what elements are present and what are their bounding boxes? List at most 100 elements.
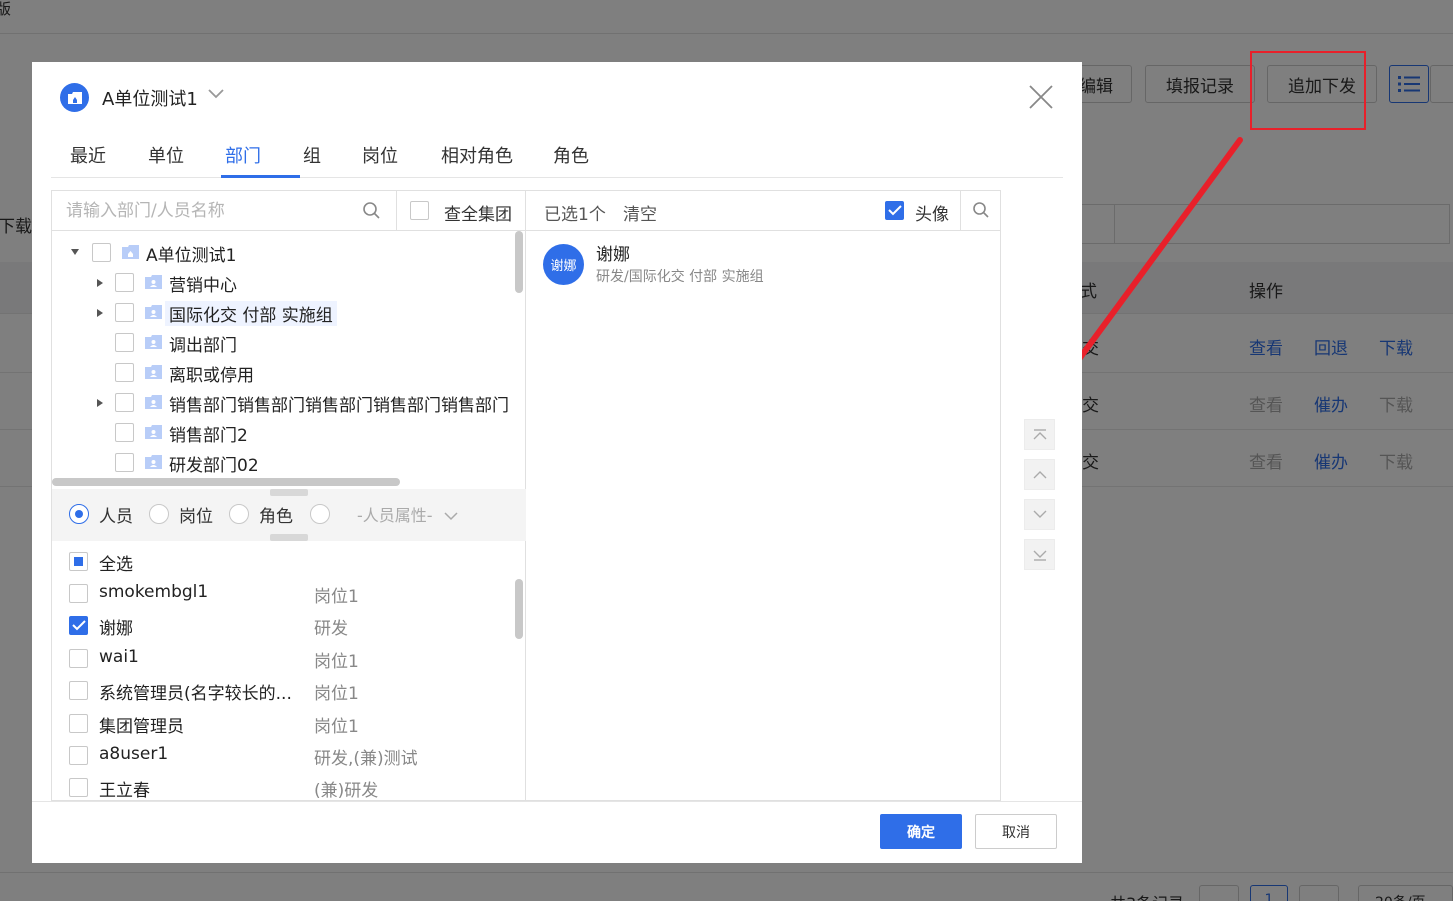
tree-horizontal-scrollbar[interactable] — [52, 478, 400, 486]
search-group-checkbox[interactable] — [410, 201, 429, 220]
chevron-down-icon[interactable] — [208, 89, 224, 99]
clear-button[interactable]: 清空 — [623, 200, 657, 225]
cancel-button[interactable]: 取消 — [975, 814, 1057, 849]
list-item[interactable]: 系统管理员(名字较长的... 岗位1 — [52, 675, 526, 707]
tree-node-checkbox[interactable] — [115, 393, 134, 412]
tree-node-checkbox[interactable] — [115, 333, 134, 352]
person-attribute-select[interactable]: -人员属性- — [357, 502, 458, 526]
person-post: 岗位1 — [314, 652, 359, 672]
list-item[interactable]: wai1 岗位1 — [52, 643, 526, 675]
tree-node-label: 销售部门销售部门销售部门销售部门销售部门 — [169, 396, 509, 416]
search-bar: 查全集团 — [52, 191, 526, 231]
radio-attribute[interactable] — [310, 504, 330, 524]
person-name: smokembgl1 — [99, 582, 209, 602]
org-icon — [60, 83, 89, 112]
tree-node[interactable]: 研发部门02 — [52, 448, 526, 478]
tree-node[interactable]: 调出部门 — [52, 328, 526, 358]
tree-node[interactable]: 销售部门2 — [52, 418, 526, 448]
check-icon — [72, 620, 86, 631]
tree-node-checkbox[interactable] — [115, 273, 134, 292]
tree-node-label: A单位测试1 — [146, 246, 237, 266]
tree-node[interactable]: A单位测试1 — [52, 238, 526, 268]
tree-node-label: 销售部门2 — [169, 426, 248, 446]
tree-node-checkbox[interactable] — [115, 423, 134, 442]
selected-item-name: 谢娜 — [596, 245, 630, 265]
list-item[interactable]: 集团管理员 岗位1 — [52, 708, 526, 740]
tab-bar: 最近 单位 部门 组 岗位 相对角色 角色 — [51, 132, 1063, 178]
person-checkbox[interactable] — [69, 649, 88, 668]
person-post: 研发,(兼)测试 — [314, 749, 418, 769]
tree-node-checkbox[interactable] — [115, 303, 134, 322]
caret-right-icon[interactable] — [97, 399, 103, 407]
move-down-button[interactable] — [1024, 499, 1055, 530]
person-checkbox[interactable] — [69, 616, 88, 635]
show-avatar-label: 头像 — [915, 205, 949, 225]
person-checkbox[interactable] — [69, 584, 88, 603]
tree-node[interactable]: 销售部门销售部门销售部门销售部门销售部门 — [52, 388, 526, 418]
tree-node[interactable]: 国际化交 付部 实施组 — [52, 298, 526, 328]
move-up-button[interactable] — [1024, 459, 1055, 490]
radio-person[interactable] — [69, 504, 89, 524]
tree-node[interactable]: 营销中心 — [52, 268, 526, 298]
person-post: 研发 — [314, 619, 348, 639]
selected-item[interactable]: 谢娜 谢娜 研发/国际化交 付部 实施组 — [543, 240, 983, 288]
search-input[interactable] — [52, 191, 396, 230]
move-top-button[interactable] — [1024, 419, 1055, 450]
move-bottom-icon — [1033, 550, 1046, 561]
tree-node-checkbox[interactable] — [92, 243, 111, 262]
tab-recent[interactable]: 最近 — [70, 142, 106, 168]
tree-node-checkbox[interactable] — [115, 363, 134, 382]
people-scrollbar[interactable] — [515, 579, 523, 639]
person-name: 王立春 — [99, 781, 150, 801]
tab-role[interactable]: 角色 — [553, 142, 589, 168]
search-icon[interactable] — [972, 201, 990, 219]
chevron-up-icon — [1033, 471, 1046, 479]
tree-node[interactable]: 离职或停用 — [52, 358, 526, 388]
person-checkbox[interactable] — [69, 681, 88, 700]
person-name: 系统管理员(名字较长的... — [99, 684, 292, 704]
radio-post[interactable] — [149, 504, 169, 524]
collapse-up-handle[interactable] — [270, 489, 308, 496]
tree-node-label: 营销中心 — [169, 276, 237, 296]
member-type-filter: 人员 岗位 角色 -人员属性- — [52, 489, 526, 541]
selector-dialog: A单位测试1 最近 单位 部门 组 岗位 相对角色 角色 查全集团 — [32, 62, 1082, 863]
dialog-header: A单位测试1 — [32, 62, 1082, 132]
org-name[interactable]: A单位测试1 — [102, 85, 198, 111]
search-icon[interactable] — [362, 201, 381, 220]
tree-node-label: 离职或停用 — [169, 366, 254, 386]
tab-post[interactable]: 岗位 — [362, 142, 398, 168]
selected-item-path: 研发/国际化交 付部 实施组 — [596, 269, 764, 285]
person-checkbox[interactable] — [69, 746, 88, 765]
collapse-down-handle[interactable] — [270, 534, 308, 541]
show-avatar-checkbox[interactable] — [885, 201, 904, 220]
caret-down-icon[interactable] — [71, 249, 79, 255]
close-icon[interactable] — [1027, 83, 1055, 111]
select-all-checkbox[interactable] — [69, 552, 88, 571]
list-item[interactable]: smokembgl1 岗位1 — [52, 578, 526, 610]
tree-vertical-scrollbar[interactable] — [515, 231, 523, 293]
person-checkbox[interactable] — [69, 714, 88, 733]
tab-department[interactable]: 部门 — [225, 142, 261, 168]
caret-right-icon[interactable] — [97, 309, 103, 317]
selected-count: 已选1个 — [544, 205, 606, 225]
list-item[interactable]: 王立春 (兼)研发 — [52, 772, 526, 801]
person-name: 集团管理员 — [99, 717, 184, 737]
tree-node-label: 国际化交 付部 实施组 — [165, 301, 337, 326]
person-checkbox[interactable] — [69, 778, 88, 797]
confirm-button[interactable]: 确定 — [880, 814, 962, 849]
divider — [396, 191, 397, 230]
department-folder-icon — [145, 335, 162, 349]
radio-post-label: 岗位 — [179, 507, 213, 527]
radio-role[interactable] — [229, 504, 249, 524]
active-tab-indicator — [221, 175, 300, 178]
tab-unit[interactable]: 单位 — [148, 142, 184, 168]
list-item[interactable]: a8user1 研发,(兼)测试 — [52, 740, 526, 772]
caret-right-icon[interactable] — [97, 279, 103, 287]
person-name: a8user1 — [99, 744, 169, 764]
select-all-row[interactable]: 全选 — [52, 546, 526, 578]
tab-group[interactable]: 组 — [303, 142, 321, 168]
tab-relative-role[interactable]: 相对角色 — [441, 142, 513, 168]
move-bottom-button[interactable] — [1024, 539, 1055, 570]
tree-node-checkbox[interactable] — [115, 453, 134, 472]
list-item[interactable]: 谢娜 研发 — [52, 610, 526, 642]
